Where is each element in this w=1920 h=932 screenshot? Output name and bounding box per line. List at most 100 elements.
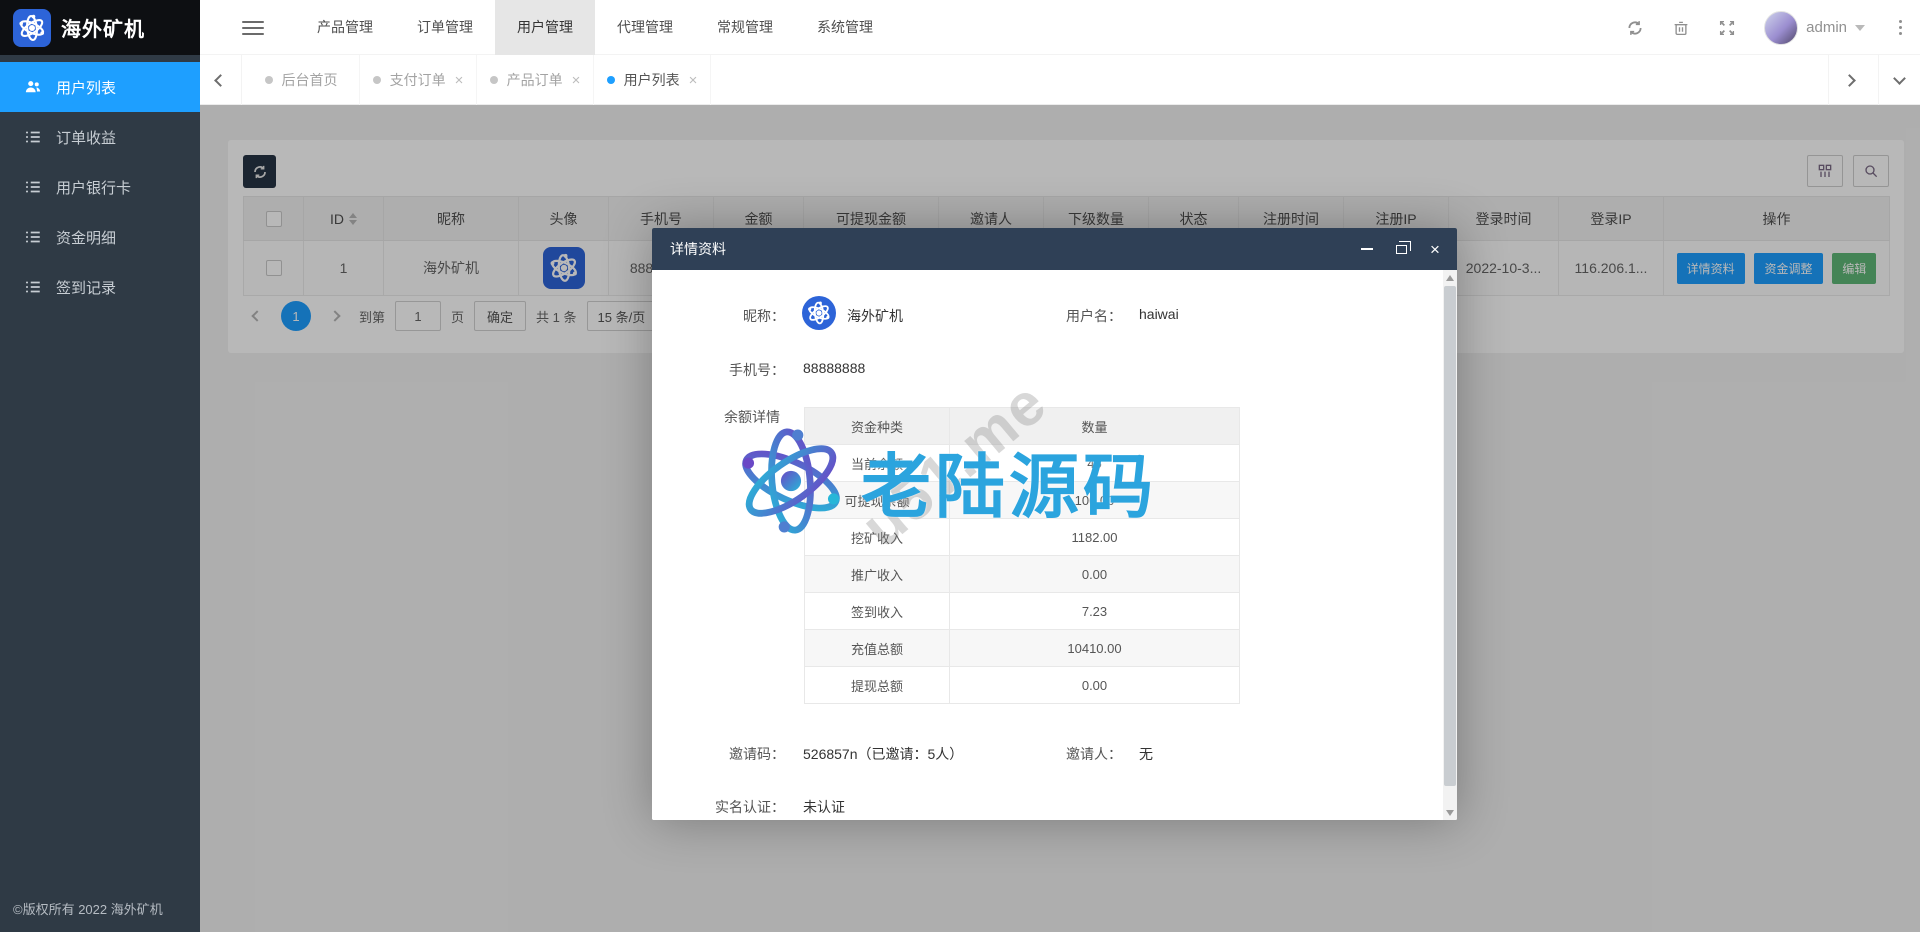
tab-close-icon[interactable]: × <box>455 73 464 88</box>
sidebar-item-label: 订单收益 <box>56 127 116 148</box>
balance-table: 资金种类 数量 当前余额 45 可提现余额 100.00 挖矿收入 1182.0… <box>804 407 1240 704</box>
sidebar-menu: 用户列表 订单收益 用户银行卡 资金明细 <box>0 62 200 312</box>
phone-value: 88888888 <box>803 360 865 376</box>
balance-type: 签到收入 <box>805 593 950 630</box>
tabs-scroll-right-button[interactable] <box>1828 55 1870 105</box>
tab-label: 产品订单 <box>507 70 563 90</box>
modal-title: 详情资料 <box>670 239 726 259</box>
scroll-up-icon[interactable] <box>1443 270 1457 285</box>
modal-body: 昵称： 海外矿机 用户名： haiwai 手机号： 88888888 余额详情 … <box>652 270 1457 820</box>
avatar[interactable] <box>1764 11 1798 45</box>
sidebar-item-user-bankcard[interactable]: 用户银行卡 <box>0 162 200 212</box>
nav-item-general[interactable]: 常规管理 <box>695 0 795 55</box>
balance-amount: 10410.00 <box>950 630 1240 667</box>
trash-icon[interactable] <box>1672 19 1690 37</box>
inviter-value: 无 <box>1139 744 1153 764</box>
sidebar-item-order-income[interactable]: 订单收益 <box>0 112 200 162</box>
sidebar-item-label: 签到记录 <box>56 277 116 298</box>
balance-header-amount: 数量 <box>950 408 1240 445</box>
tab-close-icon[interactable]: × <box>689 73 698 88</box>
chevron-right-icon <box>1843 74 1856 87</box>
balance-type: 提现总额 <box>805 667 950 704</box>
balance-amount: 1182.00 <box>950 519 1240 556</box>
balance-row: 签到收入 7.23 <box>805 593 1240 630</box>
restore-button[interactable] <box>1393 241 1409 257</box>
top-header: 产品管理 订单管理 用户管理 代理管理 常规管理 系统管理 admin <box>200 0 1920 55</box>
chevron-down-icon <box>1893 72 1906 85</box>
users-icon <box>24 78 42 96</box>
modal-scrollbar[interactable] <box>1443 270 1457 820</box>
inviter-label: 邀请人： <box>1002 744 1122 764</box>
collapse-menu-icon[interactable] <box>242 17 264 37</box>
nickname-label: 昵称： <box>652 306 785 326</box>
username-label: 用户名： <box>1002 306 1122 326</box>
sidebar-item-label: 资金明细 <box>56 227 116 248</box>
nav-item-agent[interactable]: 代理管理 <box>595 0 695 55</box>
fullscreen-icon[interactable] <box>1718 19 1736 37</box>
sidebar-item-signin-record[interactable]: 签到记录 <box>0 262 200 312</box>
tab-product-orders[interactable]: 产品订单 × <box>477 55 594 105</box>
more-options-icon[interactable] <box>1893 18 1908 37</box>
detail-modal: 详情资料 × 昵称： 海外矿机 用户名： haiwai 手机号： 8888888… <box>652 228 1457 820</box>
balance-amount: 7.23 <box>950 593 1240 630</box>
tab-dot-icon <box>490 76 498 84</box>
header-actions: admin <box>1626 0 1908 55</box>
minimize-button[interactable] <box>1359 241 1375 257</box>
tab-label: 后台首页 <box>282 70 338 90</box>
realname-value: 未认证 <box>803 797 845 817</box>
close-button[interactable]: × <box>1427 241 1443 257</box>
tab-close-icon[interactable]: × <box>572 73 581 88</box>
brand-logo-icon <box>13 9 51 47</box>
modal-user-avatar <box>802 296 836 330</box>
balance-detail-label: 余额详情 <box>724 407 780 427</box>
list-icon <box>24 128 42 146</box>
balance-row: 提现总额 0.00 <box>805 667 1240 704</box>
list-icon <box>24 178 42 196</box>
scroll-down-icon[interactable] <box>1443 805 1457 820</box>
tab-user-list[interactable]: 用户列表 × <box>594 55 711 105</box>
balance-amount: 100.00 <box>950 482 1240 519</box>
tabs: 后台首页 支付订单 × 产品订单 × 用户列表 × <box>243 55 711 105</box>
tabs-scroll-left-button[interactable] <box>200 55 242 105</box>
balance-row: 充值总额 10410.00 <box>805 630 1240 667</box>
refresh-icon[interactable] <box>1626 19 1644 37</box>
nav-item-user[interactable]: 用户管理 <box>495 0 595 55</box>
balance-type: 可提现余额 <box>805 482 950 519</box>
balance-amount: 0.00 <box>950 667 1240 704</box>
top-nav: 产品管理 订单管理 用户管理 代理管理 常规管理 系统管理 <box>295 0 895 55</box>
modal-controls: × <box>1359 228 1443 270</box>
tab-label: 支付订单 <box>390 70 446 90</box>
balance-row: 推广收入 0.00 <box>805 556 1240 593</box>
tab-dot-icon <box>265 76 273 84</box>
username-label: admin <box>1806 19 1847 36</box>
sidebar-item-user-list[interactable]: 用户列表 <box>0 62 200 112</box>
phone-label: 手机号： <box>652 360 785 380</box>
chevron-down-icon <box>1855 25 1865 31</box>
logo-bar: 海外矿机 <box>0 0 200 55</box>
tab-dashboard[interactable]: 后台首页 <box>243 55 360 105</box>
balance-header-type: 资金种类 <box>805 408 950 445</box>
scrollbar-thumb[interactable] <box>1444 286 1456 786</box>
tabs-menu-button[interactable] <box>1878 55 1920 105</box>
invite-code-label: 邀请码： <box>652 744 785 764</box>
nav-item-order[interactable]: 订单管理 <box>395 0 495 55</box>
nav-item-product[interactable]: 产品管理 <box>295 0 395 55</box>
tab-label: 用户列表 <box>624 70 680 90</box>
modal-header: 详情资料 × <box>652 228 1457 270</box>
sidebar-item-fund-detail[interactable]: 资金明细 <box>0 212 200 262</box>
balance-amount: 0.00 <box>950 556 1240 593</box>
balance-type: 推广收入 <box>805 556 950 593</box>
tab-pay-orders[interactable]: 支付订单 × <box>360 55 477 105</box>
copyright-text: ©版权所有 2022 海外矿机 <box>13 899 163 918</box>
user-menu[interactable]: admin <box>1764 11 1865 45</box>
balance-row: 挖矿收入 1182.00 <box>805 519 1240 556</box>
tab-dot-icon <box>373 76 381 84</box>
balance-type: 当前余额 <box>805 445 950 482</box>
balance-row: 当前余额 45 <box>805 445 1240 482</box>
balance-type: 挖矿收入 <box>805 519 950 556</box>
balance-header-row: 资金种类 数量 <box>805 408 1240 445</box>
nav-item-system[interactable]: 系统管理 <box>795 0 895 55</box>
chevron-left-icon <box>214 74 227 87</box>
app-root: 海外矿机 用户列表 订单收益 用户银行卡 <box>0 0 1920 932</box>
tab-dot-icon <box>607 76 615 84</box>
